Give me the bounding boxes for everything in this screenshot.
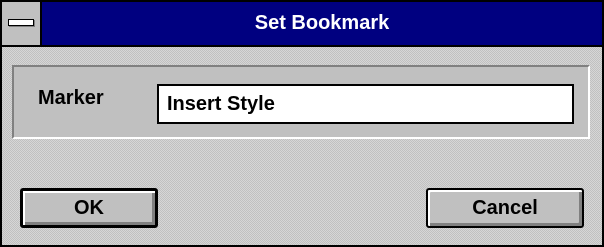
marker-input[interactable] [157,84,574,124]
cancel-button[interactable]: Cancel [426,188,584,228]
title-bar[interactable]: Set Bookmark [2,2,602,47]
system-menu-icon [8,19,34,26]
marker-label: Marker [38,87,104,109]
set-bookmark-dialog: Set Bookmark Marker OK Cancel [0,0,604,247]
ok-button[interactable]: OK [20,188,158,228]
system-menu-button[interactable] [2,2,42,45]
dialog-title: Set Bookmark [254,12,390,34]
